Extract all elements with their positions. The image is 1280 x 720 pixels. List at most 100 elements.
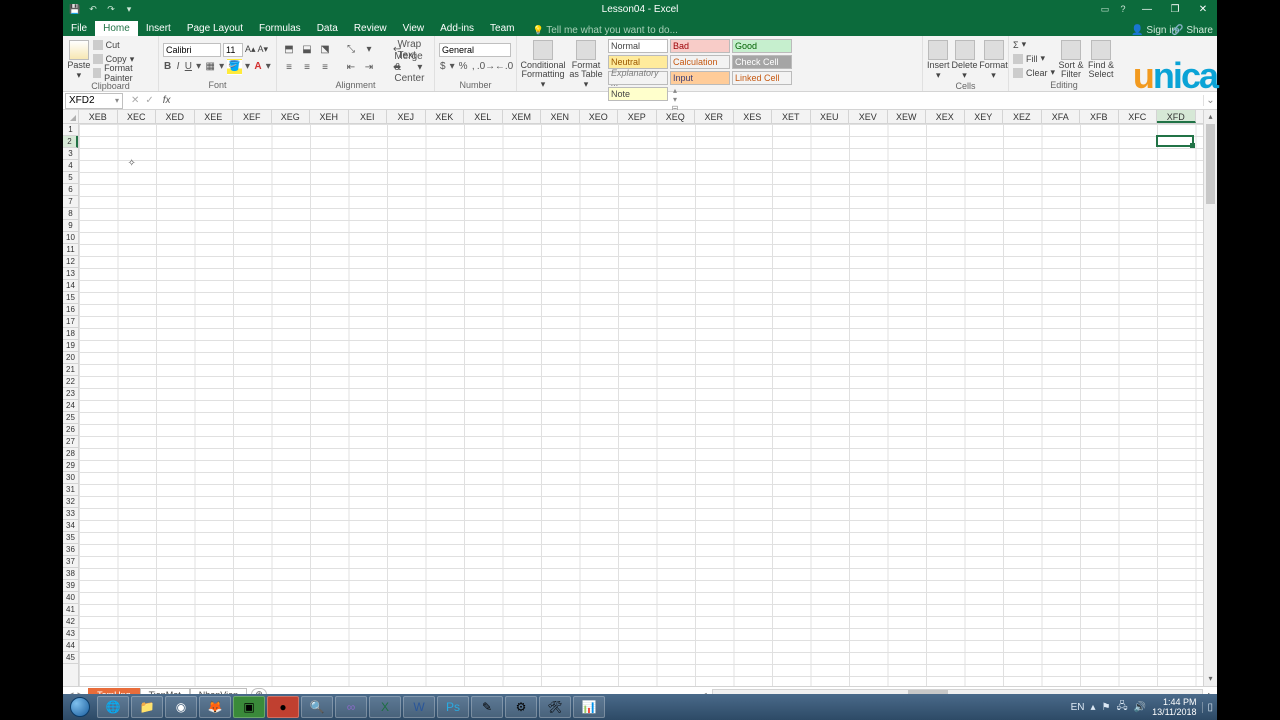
col-header-XEX[interactable]: XEX [926, 110, 965, 123]
row-header-45[interactable]: 45 [63, 652, 78, 664]
col-header-XEV[interactable]: XEV [849, 110, 888, 123]
font-name-select[interactable] [163, 43, 221, 57]
taskbar-word[interactable]: W [403, 696, 435, 718]
align-right-icon[interactable]: ≡ [317, 60, 333, 76]
row-header-23[interactable]: 23 [63, 388, 78, 400]
tab-file[interactable]: File [63, 21, 95, 36]
row-header-21[interactable]: 21 [63, 364, 78, 376]
taskbar-firefox[interactable]: 🦊 [199, 696, 231, 718]
font-color-button[interactable]: A [253, 59, 262, 75]
tab-home[interactable]: Home [95, 21, 138, 36]
col-header-XEG[interactable]: XEG [272, 110, 311, 123]
row-header-13[interactable]: 13 [63, 268, 78, 280]
undo-icon[interactable]: ↶ [87, 3, 99, 15]
row-header-26[interactable]: 26 [63, 424, 78, 436]
insert-cells-button[interactable]: Insert▾ [927, 38, 950, 80]
column-headers[interactable]: XEBXECXEDXEEXEFXEGXEHXEIXEJXEKXELXEMXENX… [79, 110, 1203, 124]
taskbar-explorer[interactable]: 📁 [131, 696, 163, 718]
increase-font-icon[interactable]: A▴ [245, 44, 256, 55]
start-button[interactable] [65, 696, 95, 718]
style-input[interactable]: Input [670, 71, 730, 85]
taskbar-vs[interactable]: ∞ [335, 696, 367, 718]
col-header-XEJ[interactable]: XEJ [387, 110, 426, 123]
row-header-34[interactable]: 34 [63, 520, 78, 532]
col-header-XFD[interactable]: XFD [1157, 110, 1196, 123]
merge-center-button[interactable]: ⬌ Merge & Center ▾ [389, 60, 426, 76]
name-box[interactable]: XFD2▾ [65, 93, 123, 109]
col-header-XED[interactable]: XED [156, 110, 195, 123]
taskbar-rec[interactable]: ● [267, 696, 299, 718]
taskbar-camtasia[interactable]: ▣ [233, 696, 265, 718]
col-header-XEB[interactable]: XEB [79, 110, 118, 123]
border-button[interactable]: ▦ [204, 59, 215, 75]
increase-decimal-icon[interactable]: .0→ [478, 59, 494, 75]
tell-me-search[interactable]: Tell me what you want to do... [522, 25, 677, 36]
fill-color-button[interactable]: 🪣 [227, 59, 241, 75]
row-header-4[interactable]: 4 [63, 160, 78, 172]
row-header-29[interactable]: 29 [63, 460, 78, 472]
style-normal[interactable]: Normal [608, 39, 668, 53]
style-linked-cell[interactable]: Linked Cell [732, 71, 792, 85]
row-header-25[interactable]: 25 [63, 412, 78, 424]
taskbar-app4[interactable]: 📊 [573, 696, 605, 718]
row-header-7[interactable]: 7 [63, 196, 78, 208]
tab-formulas[interactable]: Formulas [251, 21, 309, 36]
taskbar-search[interactable]: 🔍 [301, 696, 333, 718]
select-all-button[interactable] [63, 110, 79, 124]
help-icon[interactable]: ? [1115, 1, 1131, 17]
col-header-XEL[interactable]: XEL [464, 110, 503, 123]
row-header-44[interactable]: 44 [63, 640, 78, 652]
col-header-XEN[interactable]: XEN [541, 110, 580, 123]
style-scroll-down-icon[interactable]: ▾ [673, 95, 677, 104]
col-header-XEO[interactable]: XEO [580, 110, 619, 123]
underline-button[interactable]: U [184, 59, 193, 75]
tray-clock[interactable]: 1:44 PM13/11/2018 [1152, 697, 1196, 717]
redo-icon[interactable]: ↷ [105, 3, 117, 15]
col-header-XEP[interactable]: XEP [618, 110, 657, 123]
row-header-31[interactable]: 31 [63, 484, 78, 496]
col-header-XES[interactable]: XES [734, 110, 773, 123]
row-header-8[interactable]: 8 [63, 208, 78, 220]
tab-review[interactable]: Review [346, 21, 395, 36]
row-header-39[interactable]: 39 [63, 580, 78, 592]
minimize-button[interactable]: — [1133, 0, 1161, 18]
comma-icon[interactable]: , [471, 59, 477, 75]
taskbar-ie[interactable]: 🌐 [97, 696, 129, 718]
style-calculation[interactable]: Calculation [670, 55, 730, 69]
align-bottom-icon[interactable]: ⬔ [317, 42, 333, 58]
row-header-36[interactable]: 36 [63, 544, 78, 556]
align-center-icon[interactable]: ≡ [299, 60, 315, 76]
taskbar-app1[interactable]: ✎ [471, 696, 503, 718]
cell-styles-gallery[interactable]: Normal Bad Good Neutral Calculation Chec… [607, 38, 803, 113]
style-good[interactable]: Good [732, 39, 792, 53]
worksheet-grid[interactable]: XEBXECXEDXEEXEFXEGXEHXEIXEJXEKXELXEMXENX… [63, 110, 1217, 686]
col-header-XEU[interactable]: XEU [811, 110, 850, 123]
decrease-font-icon[interactable]: A▾ [258, 44, 269, 55]
taskbar-app2[interactable]: ⚙ [505, 696, 537, 718]
decrease-decimal-icon[interactable]: ←.0 [496, 59, 512, 75]
maximize-button[interactable]: ❐ [1161, 0, 1189, 18]
sort-filter-button[interactable]: Sort & Filter [1057, 38, 1085, 79]
row-header-42[interactable]: 42 [63, 616, 78, 628]
tab-team[interactable]: Team [482, 21, 522, 36]
close-button[interactable]: ✕ [1189, 0, 1217, 18]
row-header-30[interactable]: 30 [63, 472, 78, 484]
show-desktop-button[interactable]: ▯ [1202, 702, 1213, 713]
taskbar-excel[interactable]: X [369, 696, 401, 718]
align-left-icon[interactable]: ≡ [281, 60, 297, 76]
row-header-15[interactable]: 15 [63, 292, 78, 304]
bold-button[interactable]: B [163, 59, 172, 75]
format-cells-button[interactable]: Format▾ [980, 38, 1008, 80]
row-header-10[interactable]: 10 [63, 232, 78, 244]
col-header-XEZ[interactable]: XEZ [1003, 110, 1042, 123]
row-header-24[interactable]: 24 [63, 400, 78, 412]
row-header-33[interactable]: 33 [63, 508, 78, 520]
delete-cells-button[interactable]: Delete▾ [952, 38, 978, 80]
row-header-22[interactable]: 22 [63, 376, 78, 388]
col-header-XFB[interactable]: XFB [1080, 110, 1119, 123]
col-header-XET[interactable]: XET [772, 110, 811, 123]
row-header-41[interactable]: 41 [63, 604, 78, 616]
share-button[interactable]: Share [1171, 25, 1213, 36]
conditional-formatting-button[interactable]: Conditional Formatting▾ [521, 38, 565, 113]
col-header-XEF[interactable]: XEF [233, 110, 272, 123]
